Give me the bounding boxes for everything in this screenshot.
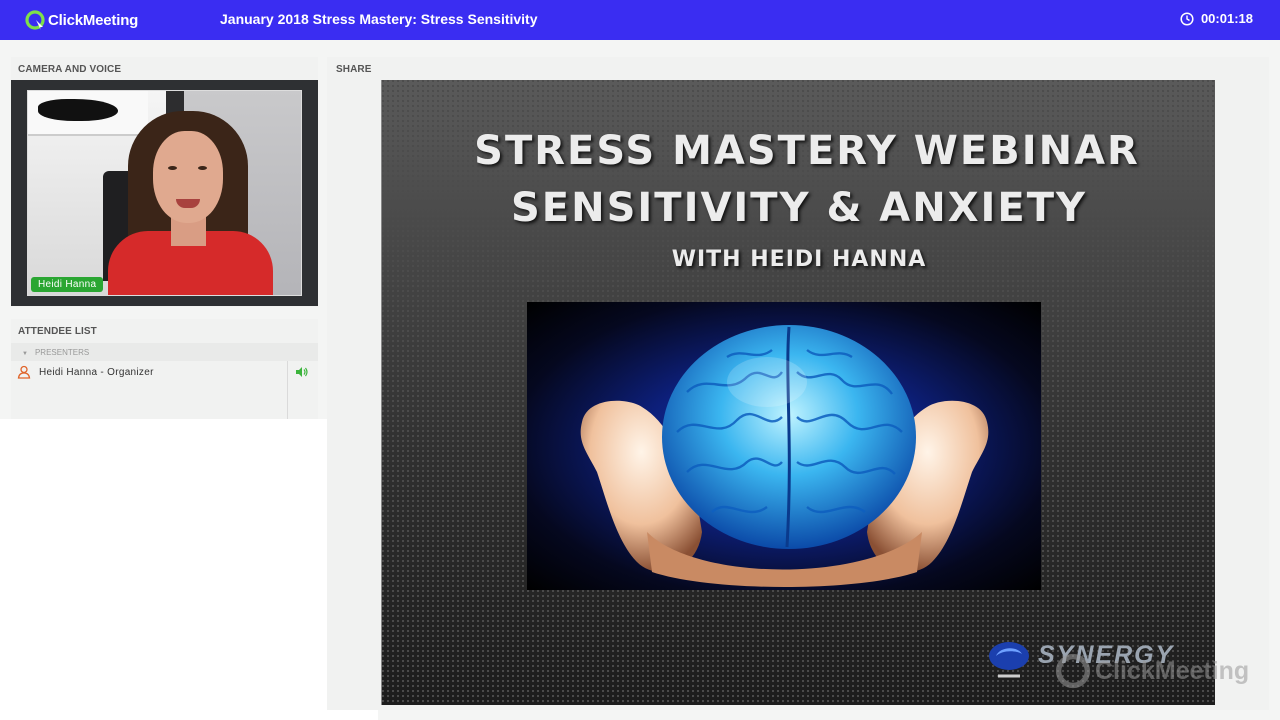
attendee-panel-header: ATTENDEE LIST <box>18 326 97 337</box>
presenter-name-tag: Heidi Hanna <box>31 277 104 292</box>
clickmeeting-logo: ClickMeeting <box>25 9 138 31</box>
person-icon <box>17 365 31 379</box>
top-bar: ClickMeeting January 2018 Stress Mastery… <box>0 0 1280 40</box>
presenter-video[interactable]: Heidi Hanna <box>27 90 302 296</box>
slide-subtitle: WITH HEIDI HANNA <box>671 247 927 272</box>
meeting-title: January 2018 Stress Mastery: Stress Sens… <box>220 11 538 27</box>
video-presenter-eye-right <box>198 166 207 170</box>
video-presenter-face <box>153 131 223 223</box>
clickmeeting-watermark: ClickMeeting <box>1055 653 1249 689</box>
attendee-name: Heidi Hanna - Organizer <box>39 367 154 378</box>
video-art-blot <box>38 99 118 121</box>
presenters-group-header[interactable]: ▼ PRESENTERS <box>11 343 318 361</box>
brain-in-hands-image <box>527 302 1041 590</box>
shared-slide: STRESS MASTERY WEBINAR SENSITIVITY & ANX… <box>381 80 1215 705</box>
share-panel-header: SHARE <box>336 64 372 75</box>
logo-text: ClickMeeting <box>48 11 139 29</box>
attendee-row[interactable]: Heidi Hanna - Organizer <box>11 361 318 419</box>
watermark-logo-icon <box>1055 653 1091 689</box>
attendee-panel: ATTENDEE LIST ▼ PRESENTERS Heidi Hanna - … <box>11 319 318 419</box>
camera-panel-header: CAMERA AND VOICE <box>18 64 122 75</box>
slide-title-line2: SENSITIVITY & ANXIETY <box>510 185 1088 231</box>
video-wall-art <box>28 91 148 136</box>
speaker-icon[interactable] <box>295 366 309 378</box>
watermark-text: ClickMeeting <box>1095 656 1250 685</box>
brain-illustration <box>580 325 989 587</box>
timer-value: 00:01:18 <box>1200 11 1253 26</box>
empty-area <box>0 419 378 720</box>
clickmeeting-logo-icon <box>25 10 45 30</box>
video-presenter-eye-left <box>168 166 177 170</box>
clock-icon <box>1180 11 1194 26</box>
meeting-timer: 00:01:18 <box>1180 11 1253 26</box>
collapse-caret-icon: ▼ <box>22 351 28 357</box>
camera-panel: CAMERA AND VOICE Heidi Hanna <box>11 57 318 307</box>
slide-title-line1: STRESS MASTERY WEBINAR <box>474 128 1140 174</box>
camera-frame: Heidi Hanna <box>11 80 318 306</box>
synergy-logo-icon <box>989 642 1029 678</box>
presenters-group-label: PRESENTERS <box>34 348 90 357</box>
